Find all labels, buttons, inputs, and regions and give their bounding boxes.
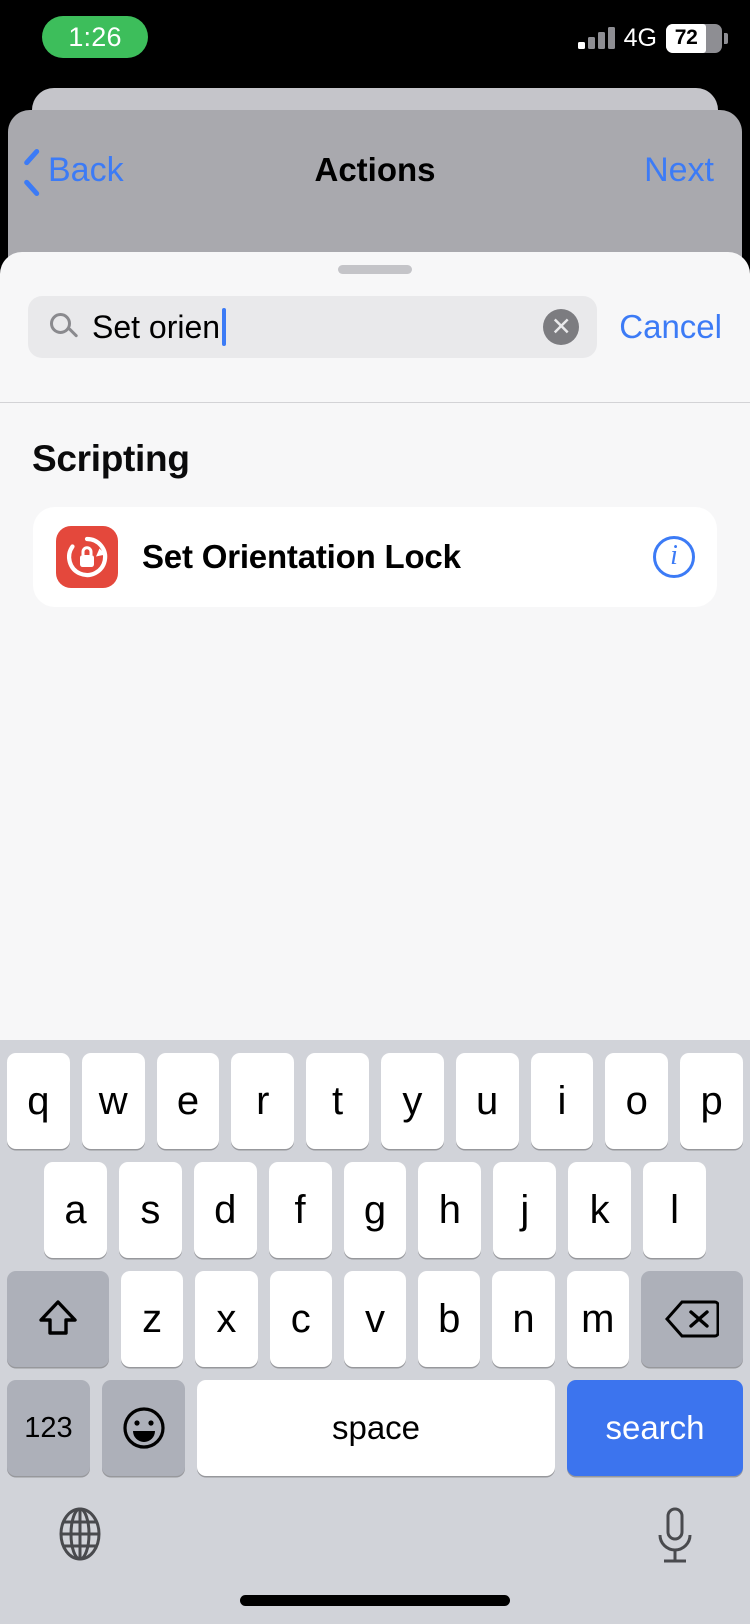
keyboard-row-2: a s d f g h j k l <box>0 1162 750 1258</box>
section-header-scripting: Scripting <box>32 438 190 479</box>
emoji-key[interactable] <box>102 1380 185 1476</box>
search-results: Scripting Set Orientation Lock i <box>0 403 750 1040</box>
sheet-grabber[interactable] <box>338 265 412 274</box>
key-h[interactable]: h <box>418 1162 482 1258</box>
key-p[interactable]: p <box>680 1053 743 1149</box>
network-type-label: 4G <box>623 23 657 52</box>
search-input-value: Set orien <box>92 309 221 345</box>
key-v[interactable]: v <box>343 1271 407 1367</box>
globe-key[interactable] <box>52 1506 108 1562</box>
key-l[interactable]: l <box>643 1162 707 1258</box>
space-key[interactable]: space <box>197 1380 555 1476</box>
key-m[interactable]: m <box>566 1271 629 1367</box>
info-icon: i <box>670 540 678 571</box>
page-title: Actions <box>314 151 436 188</box>
key-x[interactable]: x <box>195 1271 258 1367</box>
key-z[interactable]: z <box>121 1271 184 1367</box>
cellular-signal-icon <box>577 27 615 49</box>
next-button[interactable]: Next <box>644 151 714 190</box>
key-j[interactable]: j <box>493 1162 557 1258</box>
recording-time-pill: 1:26 <box>42 16 148 58</box>
keyboard-row-3: z x c v b n m <box>0 1271 750 1367</box>
text-cursor <box>222 308 227 346</box>
search-sheet: Set orien ✕ Cancel Scripting Set Orienta… <box>0 252 750 1040</box>
navigation-bar: Back Actions Next <box>8 110 742 230</box>
backspace-key[interactable] <box>640 1271 743 1367</box>
key-k[interactable]: k <box>568 1162 632 1258</box>
key-b[interactable]: b <box>418 1271 481 1367</box>
key-g[interactable]: g <box>343 1162 407 1258</box>
key-d[interactable]: d <box>193 1162 257 1258</box>
key-s[interactable]: s <box>118 1162 182 1258</box>
status-bar: 1:26 4G 72 <box>0 0 750 88</box>
key-n[interactable]: n <box>492 1271 555 1367</box>
list-item-label: Set Orientation Lock <box>142 538 461 575</box>
keyboard-bottom-bar <box>0 1492 750 1624</box>
search-key[interactable]: search <box>567 1380 743 1476</box>
search-bar: Set orien ✕ Cancel <box>0 290 750 364</box>
search-input[interactable]: Set orien ✕ <box>28 296 598 358</box>
key-o[interactable]: o <box>605 1053 669 1149</box>
key-e[interactable]: e <box>156 1053 220 1149</box>
key-u[interactable]: u <box>455 1053 519 1149</box>
status-time: 1:26 <box>68 21 122 52</box>
battery-percent-label: 72 <box>674 26 698 49</box>
cancel-button[interactable]: Cancel <box>619 308 722 346</box>
close-icon: ✕ <box>550 312 572 341</box>
key-i[interactable]: i <box>530 1053 594 1149</box>
keyboard-row-1: q w e r t y u i o p <box>0 1053 750 1149</box>
key-t[interactable]: t <box>306 1053 369 1149</box>
info-button[interactable]: i <box>653 536 695 578</box>
key-w[interactable]: w <box>81 1053 145 1149</box>
list-item[interactable]: Set Orientation Lock i <box>33 507 717 607</box>
search-icon <box>50 313 79 341</box>
keyboard-row-4: 123 space search <box>0 1380 750 1476</box>
phone-screen: 1:26 4G 72 Back Actions Next Set orien ✕… <box>0 0 750 1624</box>
battery-icon: 72 <box>666 23 728 53</box>
key-q[interactable]: q <box>7 1053 70 1149</box>
clear-search-button[interactable]: ✕ <box>543 309 580 345</box>
key-r[interactable]: r <box>231 1053 295 1149</box>
microphone-key[interactable] <box>652 1506 698 1568</box>
home-indicator <box>240 1595 510 1606</box>
status-bar-right: 4G 72 <box>577 22 728 54</box>
key-f[interactable]: f <box>268 1162 332 1258</box>
key-c[interactable]: c <box>269 1271 332 1367</box>
key-y[interactable]: y <box>380 1053 444 1149</box>
orientation-lock-icon <box>56 526 118 588</box>
shift-key[interactable] <box>7 1271 109 1367</box>
numbers-key[interactable]: 123 <box>7 1380 90 1476</box>
key-a[interactable]: a <box>44 1162 107 1258</box>
on-screen-keyboard: q w e r t y u i o p a s d f g h j k l z … <box>0 1040 750 1624</box>
